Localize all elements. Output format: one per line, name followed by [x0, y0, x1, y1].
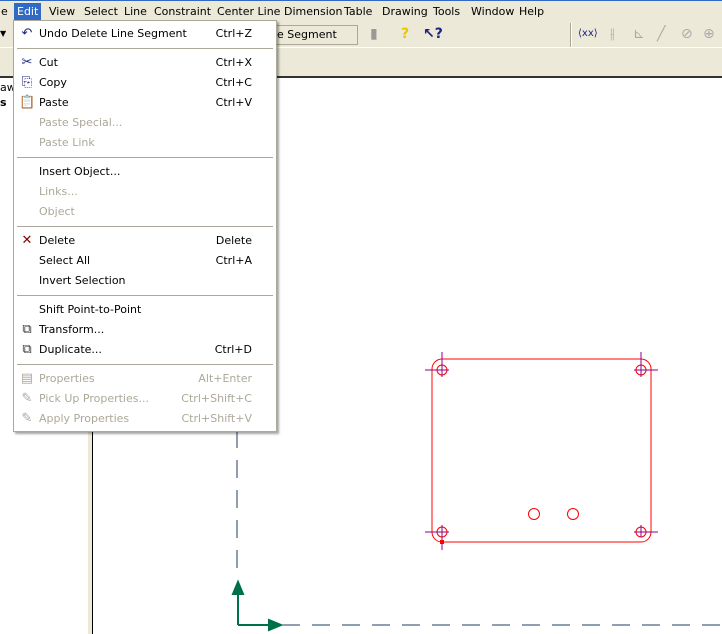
menu-item-transform[interactable]: ⧉ Transform... — [14, 320, 276, 340]
sketch-profile[interactable] — [431, 358, 652, 543]
edit-menu: ↶ Undo Delete Line Segment Ctrl+Z ✂ Cut Ctrl+… — [13, 20, 277, 432]
transform-icon: ⧉ — [22, 322, 32, 337]
menu-item-undo-delete-line-segment[interactable]: ↶ Undo Delete Line Segment Ctrl+Z — [14, 24, 276, 44]
menu-item-cut[interactable]: ✂ Cut Ctrl+X — [14, 53, 276, 73]
menu-item-copy[interactable]: ⎘ Copy Ctrl+C — [14, 73, 276, 93]
menu-item-label: Apply Properties — [39, 412, 130, 425]
menu-item-shift-point-to-point[interactable]: Shift Point-to-Point — [14, 300, 276, 320]
menu-item-shortcut: Ctrl+C — [215, 76, 252, 89]
menu-item-paste-link[interactable]: Paste Link — [14, 133, 276, 153]
menu-item-insert-object[interactable]: Insert Object... — [14, 162, 276, 182]
menu-separator — [17, 157, 273, 158]
duplicate-icon: ⧉ — [22, 342, 32, 357]
delete-x-icon: ✕ — [21, 233, 33, 248]
hole-circle — [528, 508, 540, 520]
menu-item-label: Copy — [39, 76, 67, 89]
menu-item-shortcut: Ctrl+A — [215, 254, 252, 267]
menu-separator — [17, 48, 273, 49]
menu-item-label: Transform... — [39, 323, 105, 336]
constraint-markers — [425, 352, 658, 550]
menu-item-duplicate[interactable]: ⧉ Duplicate... Ctrl+D — [14, 340, 276, 360]
menu-item-label: Paste Link — [39, 136, 95, 149]
menu-item-label: Paste Special... — [39, 116, 123, 129]
coordinate-axes-icon — [231, 579, 284, 632]
apply-properties-icon: ✎ — [21, 411, 33, 426]
paste-icon: 📋 — [19, 95, 36, 110]
undo-icon: ↶ — [21, 26, 33, 41]
menu-item-label: Undo Delete Line Segment — [39, 27, 187, 40]
menu-item-paste[interactable]: 📋 Paste Ctrl+V — [14, 93, 276, 113]
menu-separator — [17, 226, 273, 227]
menu-item-invert-selection[interactable]: Invert Selection — [14, 271, 276, 291]
menu-item-shortcut: Ctrl+Shift+C — [181, 392, 252, 405]
menu-item-label: Shift Point-to-Point — [39, 303, 142, 316]
menu-item-label: Pick Up Properties... — [39, 392, 149, 405]
menu-item-select-all[interactable]: Select All Ctrl+A — [14, 251, 276, 271]
menu-item-object[interactable]: Object — [14, 202, 276, 222]
menu-item-shortcut: Ctrl+V — [215, 96, 252, 109]
menu-item-shortcut: Ctrl+Shift+V — [181, 412, 252, 425]
menu-item-label: Links... — [39, 185, 78, 198]
menu-item-label: Object — [39, 205, 75, 218]
menu-item-shortcut: Alt+Enter — [198, 372, 252, 385]
menu-item-label: Insert Object... — [39, 165, 121, 178]
menu-item-shortcut: Delete — [215, 234, 252, 247]
menu-item-label: Delete — [39, 234, 76, 247]
menu-item-pick-up-properties[interactable]: ✎ Pick Up Properties... Ctrl+Shift+C — [14, 389, 276, 409]
menu-item-label: Invert Selection — [39, 274, 126, 287]
selected-point[interactable] — [440, 540, 444, 544]
menu-item-label: Select All — [39, 254, 91, 267]
menu-item-label: Cut — [39, 56, 58, 69]
menu-item-label: Duplicate... — [39, 343, 102, 356]
menu-item-apply-properties[interactable]: ✎ Apply Properties Ctrl+Shift+V — [14, 409, 276, 429]
rounded-rectangle — [431, 358, 652, 543]
menu-item-shortcut: Ctrl+Z — [215, 27, 252, 40]
menu-item-delete[interactable]: ✕ Delete Delete — [14, 231, 276, 251]
menu-separator — [17, 364, 273, 365]
menu-item-links[interactable]: Links... — [14, 182, 276, 202]
menu-separator — [17, 295, 273, 296]
eyedropper-icon: ✎ — [21, 391, 33, 406]
menu-item-shortcut: Ctrl+X — [215, 56, 252, 69]
copy-icon: ⎘ — [21, 75, 33, 90]
hole-circle — [567, 508, 579, 520]
menu-item-label: Properties — [39, 372, 95, 385]
scissors-icon: ✂ — [21, 55, 33, 70]
menu-item-properties[interactable]: ▤ Properties Alt+Enter — [14, 369, 276, 389]
menu-item-label: Paste — [39, 96, 69, 109]
menu-item-shortcut: Ctrl+D — [214, 343, 252, 356]
properties-icon: ▤ — [20, 371, 34, 386]
menu-item-paste-special[interactable]: Paste Special... — [14, 113, 276, 133]
